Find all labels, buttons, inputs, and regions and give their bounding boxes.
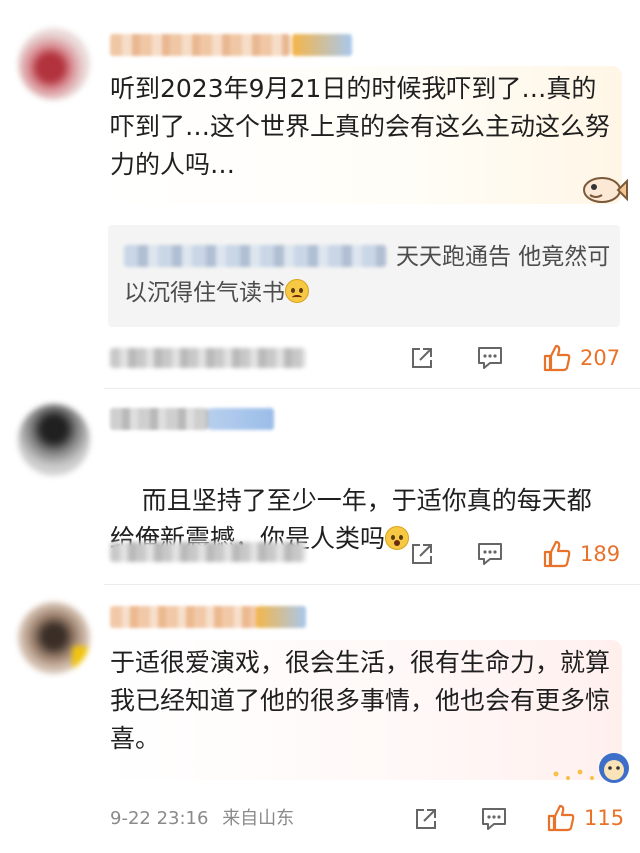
thumbs-up-icon — [547, 804, 575, 832]
avatar[interactable] — [18, 28, 90, 100]
meta-redacted — [110, 348, 306, 368]
pleading-face-icon — [285, 279, 309, 303]
avatar[interactable] — [18, 404, 90, 476]
username-redacted[interactable] — [110, 408, 280, 430]
comment-location: 来自山东 — [222, 808, 295, 829]
like-count: 207 — [580, 346, 621, 370]
comment-icon[interactable] — [476, 540, 504, 568]
like-count: 189 — [580, 542, 621, 566]
astonished-face-icon — [385, 526, 410, 550]
comment-text: 听到2023年9月21日的时候我吓到了…真的吓到了…这个世界上真的会有这么主动这… — [110, 74, 611, 179]
username-redacted[interactable] — [110, 34, 352, 56]
comment-icon[interactable] — [480, 805, 508, 833]
star-sticker-icon — [553, 753, 629, 783]
quoted-reply[interactable]: 天天跑通告 他竟然可以沉得住气读书 — [108, 225, 620, 327]
like-button[interactable]: 189 — [542, 538, 620, 570]
comment-text: 于适很爱演戏，很会生活，很有生命力，就算我已经知道了他的很多事情，他也会有更多惊… — [110, 648, 611, 753]
like-count: 115 — [584, 806, 625, 830]
meta-redacted — [110, 542, 306, 562]
divider — [104, 584, 640, 585]
quoted-reply-text: 天天跑通告 他竟然可以沉得住气读书 — [124, 244, 611, 306]
like-button[interactable]: 207 — [542, 342, 620, 374]
like-button[interactable]: 115 — [546, 802, 624, 834]
avatar[interactable] — [18, 602, 90, 674]
divider — [104, 388, 640, 389]
username-redacted[interactable] — [110, 606, 310, 628]
comment-date: 9-22 23:16 — [110, 808, 209, 829]
share-icon[interactable] — [412, 805, 440, 833]
fish-sticker-icon — [583, 177, 628, 203]
thumbs-up-icon — [543, 540, 571, 568]
share-icon[interactable] — [408, 540, 436, 568]
comment-icon[interactable] — [476, 344, 504, 372]
share-icon[interactable] — [408, 344, 436, 372]
thumbs-up-icon — [543, 344, 571, 372]
